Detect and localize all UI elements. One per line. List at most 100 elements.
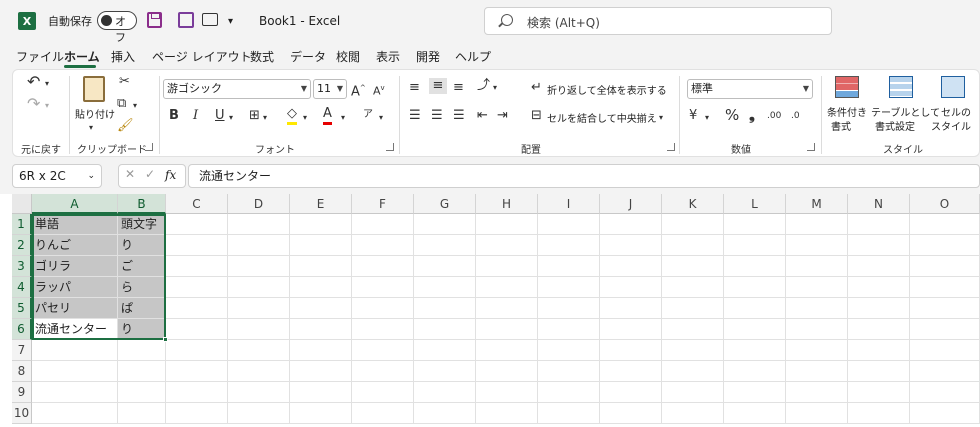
cell-l10[interactable] bbox=[724, 403, 786, 424]
cell-i10[interactable] bbox=[538, 403, 600, 424]
cell-i1[interactable] bbox=[538, 214, 600, 235]
column-header-a[interactable]: A bbox=[32, 194, 118, 214]
column-header-g[interactable]: G bbox=[414, 194, 476, 214]
tab-data[interactable]: データ bbox=[290, 48, 326, 65]
cell-a6[interactable]: 流通センター bbox=[32, 319, 118, 340]
tab-review[interactable]: 校閲 bbox=[336, 48, 360, 65]
row-header-8[interactable]: 8 bbox=[12, 361, 32, 382]
search-input[interactable]: 検索 (Alt+Q) bbox=[484, 7, 832, 35]
align-center-icon[interactable]: ☰ bbox=[431, 108, 443, 124]
cell-l8[interactable] bbox=[724, 361, 786, 382]
cell-i5[interactable] bbox=[538, 298, 600, 319]
chevron-down-icon[interactable]: ⌄ bbox=[87, 165, 95, 187]
conditional-formatting-icon[interactable] bbox=[835, 76, 859, 98]
cell-i3[interactable] bbox=[538, 256, 600, 277]
cell-m1[interactable] bbox=[786, 214, 848, 235]
cell-k10[interactable] bbox=[662, 403, 724, 424]
cell-h5[interactable] bbox=[476, 298, 538, 319]
cell-a3[interactable]: ゴリラ bbox=[32, 256, 118, 277]
cell-l7[interactable] bbox=[724, 340, 786, 361]
cell-g10[interactable] bbox=[414, 403, 476, 424]
cell-k5[interactable] bbox=[662, 298, 724, 319]
align-bottom-icon[interactable]: ≡ bbox=[453, 80, 464, 96]
cell-o8[interactable] bbox=[910, 361, 980, 382]
number-launcher-icon[interactable] bbox=[807, 143, 815, 151]
cell-o10[interactable] bbox=[910, 403, 980, 424]
bold-button[interactable]: B bbox=[169, 108, 179, 124]
increase-decimal-icon[interactable]: .00 bbox=[767, 108, 781, 124]
cell-styles-icon[interactable] bbox=[941, 76, 965, 98]
cell-l5[interactable] bbox=[724, 298, 786, 319]
cell-b6[interactable]: り bbox=[118, 319, 166, 340]
cell-o6[interactable] bbox=[910, 319, 980, 340]
cell-n7[interactable] bbox=[848, 340, 910, 361]
cell-d3[interactable] bbox=[228, 256, 290, 277]
font-color-icon[interactable]: A bbox=[323, 106, 332, 125]
copy-icon[interactable]: ⧉ bbox=[117, 96, 126, 112]
cell-c10[interactable] bbox=[166, 403, 228, 424]
column-header-k[interactable]: K bbox=[662, 194, 724, 214]
cell-k8[interactable] bbox=[662, 361, 724, 382]
cell-j10[interactable] bbox=[600, 403, 662, 424]
cell-m5[interactable] bbox=[786, 298, 848, 319]
row-header-2[interactable]: 2 bbox=[12, 235, 32, 256]
cell-e10[interactable] bbox=[290, 403, 352, 424]
tab-formulas[interactable]: 数式 bbox=[250, 48, 274, 65]
cell-o1[interactable] bbox=[910, 214, 980, 235]
cell-n8[interactable] bbox=[848, 361, 910, 382]
row-header-5[interactable]: 5 bbox=[12, 298, 32, 319]
cell-j4[interactable] bbox=[600, 277, 662, 298]
tab-page-layout[interactable]: ページ レイアウト bbox=[152, 48, 252, 65]
cell-h8[interactable] bbox=[476, 361, 538, 382]
formula-input[interactable]: 流通センター bbox=[188, 164, 980, 188]
row-header-9[interactable]: 9 bbox=[12, 382, 32, 403]
cell-k9[interactable] bbox=[662, 382, 724, 403]
insert-function-button[interactable]: fx bbox=[165, 168, 176, 182]
cell-l1[interactable] bbox=[724, 214, 786, 235]
cell-f5[interactable] bbox=[352, 298, 414, 319]
cell-a2[interactable]: りんご bbox=[32, 235, 118, 256]
wrap-text-button[interactable]: 折り返して全体を表示する bbox=[547, 82, 667, 97]
column-header-d[interactable]: D bbox=[228, 194, 290, 214]
cell-l9[interactable] bbox=[724, 382, 786, 403]
copy-dropdown-icon[interactable]: ▾ bbox=[133, 98, 137, 114]
underline-button[interactable]: U bbox=[215, 108, 225, 124]
increase-indent-icon[interactable]: ⇥ bbox=[497, 108, 508, 124]
currency-icon[interactable]: ¥ bbox=[689, 108, 697, 124]
phonetic-guide-icon[interactable]: ア bbox=[363, 107, 373, 123]
folder-icon[interactable] bbox=[202, 13, 218, 26]
cell-e6[interactable] bbox=[290, 319, 352, 340]
decrease-font-icon[interactable]: Av bbox=[373, 80, 385, 100]
align-left-icon[interactable]: ☰ bbox=[409, 108, 421, 124]
cell-o5[interactable] bbox=[910, 298, 980, 319]
redo-dropdown-icon[interactable]: ▾ bbox=[45, 98, 49, 114]
cell-k6[interactable] bbox=[662, 319, 724, 340]
cell-n9[interactable] bbox=[848, 382, 910, 403]
cell-i9[interactable] bbox=[538, 382, 600, 403]
cell-d2[interactable] bbox=[228, 235, 290, 256]
font-size-select[interactable]: 11 ▼ bbox=[313, 79, 347, 99]
cell-f9[interactable] bbox=[352, 382, 414, 403]
cell-j1[interactable] bbox=[600, 214, 662, 235]
cell-f6[interactable] bbox=[352, 319, 414, 340]
column-header-b[interactable]: B bbox=[118, 194, 166, 214]
cell-b9[interactable] bbox=[118, 382, 166, 403]
alignment-launcher-icon[interactable] bbox=[667, 143, 675, 151]
cell-o3[interactable] bbox=[910, 256, 980, 277]
cell-m7[interactable] bbox=[786, 340, 848, 361]
cell-i8[interactable] bbox=[538, 361, 600, 382]
number-format-select[interactable]: 標準 ▼ bbox=[687, 79, 813, 99]
cell-g8[interactable] bbox=[414, 361, 476, 382]
cell-a1[interactable]: 単語 bbox=[32, 214, 118, 235]
row-header-3[interactable]: 3 bbox=[12, 256, 32, 277]
orientation-icon[interactable]: ⤴ bbox=[477, 78, 490, 94]
cell-d8[interactable] bbox=[228, 361, 290, 382]
cell-f2[interactable] bbox=[352, 235, 414, 256]
decrease-indent-icon[interactable]: ⇤ bbox=[477, 108, 488, 124]
font-name-select[interactable]: 游ゴシック ▼ bbox=[163, 79, 311, 99]
cell-h10[interactable] bbox=[476, 403, 538, 424]
cell-j7[interactable] bbox=[600, 340, 662, 361]
cell-c4[interactable] bbox=[166, 277, 228, 298]
tab-home[interactable]: ホーム bbox=[64, 48, 100, 65]
column-header-h[interactable]: H bbox=[476, 194, 538, 214]
